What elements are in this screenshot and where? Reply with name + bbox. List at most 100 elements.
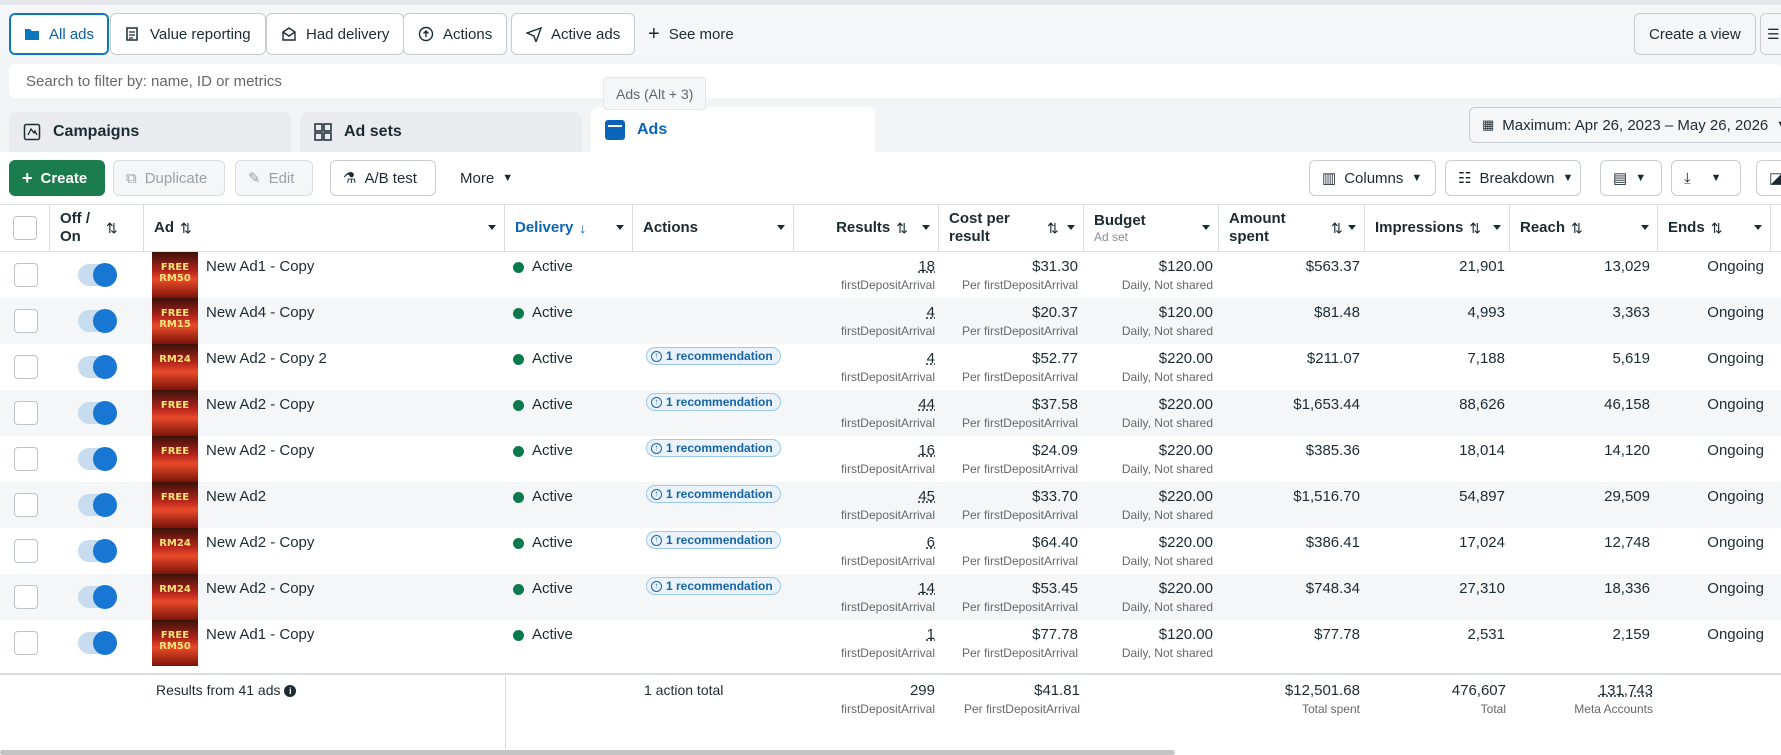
row-checkbox[interactable]	[14, 447, 38, 471]
create-button[interactable]: + Create	[9, 160, 105, 196]
chip-actions[interactable]: Actions	[403, 13, 508, 55]
recommendation-badge[interactable]: ↑ 1 recommendation	[646, 347, 781, 365]
results-value[interactable]: 6	[794, 534, 935, 551]
ad-toggle[interactable]	[78, 631, 117, 655]
duplicate-button[interactable]: ⧉ Duplicate	[113, 160, 225, 196]
table-row[interactable]: FREE RM50 New Ad1 - Copy Active 1 firstDepos…	[0, 620, 1781, 666]
edit-button[interactable]: ✎ Edit	[235, 160, 313, 196]
ab-test-button[interactable]: ⚗ A/B test	[330, 160, 436, 196]
ad-name[interactable]: New Ad1 - Copy	[206, 258, 314, 275]
ad-toggle[interactable]	[78, 309, 117, 333]
ad-name[interactable]: New Ad2 - Copy 2	[206, 350, 327, 367]
ad-thumbnail[interactable]: FREE RM50	[152, 252, 198, 298]
ad-thumbnail[interactable]: FREE	[152, 390, 198, 436]
ad-name[interactable]: New Ad4 - Copy	[206, 304, 314, 321]
table-row[interactable]: FREE RM15 New Ad4 - Copy Active 4 firstDepos…	[0, 298, 1781, 344]
ad-toggle[interactable]	[78, 447, 117, 471]
row-checkbox[interactable]	[14, 263, 38, 287]
col-delivery[interactable]: Delivery ↓	[505, 205, 633, 251]
results-value[interactable]: 18	[794, 258, 935, 275]
results-value[interactable]: 4	[794, 304, 935, 321]
table-row[interactable]: RM24 New Ad2 - Copy 2 Active ↑ 1 recommendat…	[0, 344, 1781, 390]
results-value[interactable]: 45	[794, 488, 935, 505]
row-checkbox[interactable]	[14, 309, 38, 333]
table-row[interactable]: RM24 New Ad2 - Copy Active ↑ 1 recommendatio…	[0, 574, 1781, 620]
ad-thumbnail[interactable]: FREE	[152, 482, 198, 528]
ad-name[interactable]: New Ad1 - Copy	[206, 626, 314, 643]
row-checkbox[interactable]	[14, 585, 38, 609]
date-range-picker[interactable]: ▦ Maximum: Apr 26, 2023 – May 26, 2026 ▼	[1469, 107, 1781, 143]
ad-toggle[interactable]	[78, 355, 117, 379]
chart-button[interactable]: ◪	[1756, 160, 1781, 196]
ad-thumbnail[interactable]: FREE	[152, 436, 198, 482]
col-actions[interactable]: Actions	[633, 205, 794, 251]
ad-name[interactable]: New Ad2 - Copy	[206, 534, 314, 551]
settings-button[interactable]: ☰	[1760, 13, 1781, 55]
more-button[interactable]: More ▼	[447, 160, 523, 196]
col-cost-per-result[interactable]: Cost per result ⇅	[939, 205, 1084, 251]
row-checkbox[interactable]	[14, 493, 38, 517]
results-value[interactable]: 14	[794, 580, 935, 597]
ad-thumbnail[interactable]: RM24	[152, 574, 198, 620]
row-checkbox[interactable]	[14, 401, 38, 425]
chip-had-delivery[interactable]: Had delivery	[266, 13, 405, 55]
tab-campaigns[interactable]: Campaigns	[9, 112, 291, 152]
ad-toggle[interactable]	[78, 401, 117, 425]
ad-name[interactable]: New Ad2 - Copy	[206, 396, 314, 413]
ad-toggle[interactable]	[78, 539, 117, 563]
tab-ads[interactable]: Ads	[591, 107, 875, 152]
columns-button[interactable]: ▥ Columns ▼	[1309, 160, 1436, 196]
ad-thumbnail[interactable]: RM24	[152, 528, 198, 574]
ad-thumbnail[interactable]: RM24	[152, 344, 198, 390]
recommendation-badge[interactable]: ↑ 1 recommendation	[646, 485, 781, 503]
col-ends[interactable]: Ends ⇅	[1658, 205, 1771, 251]
table-row[interactable]: RM24 New Ad2 - Copy Active ↑ 1 recommendatio…	[0, 528, 1781, 574]
ad-name[interactable]: New Ad2 - Copy	[206, 442, 314, 459]
row-checkbox[interactable]	[14, 355, 38, 379]
breakdown-button[interactable]: ☷ Breakdown ▼	[1445, 160, 1581, 196]
recommendation-badge[interactable]: ↑ 1 recommendation	[646, 577, 781, 595]
table-row[interactable]: FREE RM50 New Ad1 - Copy Active 18 firstDepo…	[0, 252, 1781, 298]
export-button[interactable]: ⤓ ▼	[1671, 160, 1741, 196]
ad-thumbnail[interactable]: FREE RM50	[152, 620, 198, 666]
ad-name[interactable]: New Ad2	[206, 488, 266, 505]
ad-name[interactable]: New Ad2 - Copy	[206, 580, 314, 597]
table-row[interactable]: FREE New Ad2 - Copy Active ↑ 1 recommendatio…	[0, 436, 1781, 482]
cpr-value: $24.09	[1032, 442, 1078, 459]
results-value[interactable]: 44	[794, 396, 935, 413]
row-checkbox[interactable]	[14, 631, 38, 655]
reports-button[interactable]: ▤ ▼	[1600, 160, 1662, 196]
chip-active-ads[interactable]: Active ads	[511, 13, 636, 55]
col-reach[interactable]: Reach ⇅	[1510, 205, 1658, 251]
chip-value-reporting[interactable]: Value reporting	[110, 13, 266, 55]
ad-thumbnail[interactable]: FREE RM15	[152, 298, 198, 344]
caret-down-icon: ▼	[1562, 172, 1574, 184]
row-checkbox[interactable]	[14, 539, 38, 563]
create-view-button[interactable]: Create a view	[1634, 13, 1756, 55]
table-row[interactable]: FREE New Ad2 Active ↑ 1 recommendation 45 firs…	[0, 482, 1781, 528]
results-value[interactable]: 16	[794, 442, 935, 459]
ad-toggle[interactable]	[78, 585, 117, 609]
col-impressions[interactable]: Impressions ⇅	[1365, 205, 1510, 251]
results-value[interactable]: 4	[794, 350, 935, 367]
recommendation-badge[interactable]: ↑ 1 recommendation	[646, 393, 781, 411]
ad-toggle[interactable]	[78, 263, 117, 287]
results-value[interactable]: 1	[794, 626, 935, 643]
col-amount-spent[interactable]: Amount spent ⇅	[1219, 205, 1365, 251]
col-budget[interactable]: Budget Ad set	[1084, 205, 1219, 251]
tab-adsets[interactable]: Ad sets	[300, 112, 582, 152]
ad-toggle[interactable]	[78, 493, 117, 517]
horizontal-scrollbar[interactable]	[0, 750, 1175, 755]
see-more-button[interactable]: + See more	[640, 13, 742, 55]
chip-all-ads[interactable]: All ads	[9, 13, 110, 55]
thumbnail-text: FREE RM50	[159, 630, 191, 652]
col-results[interactable]: Results ⇅	[794, 205, 939, 251]
col-ad[interactable]: Ad ⇅	[144, 205, 505, 251]
recommendation-badge[interactable]: ↑ 1 recommendation	[646, 439, 781, 457]
select-all-checkbox[interactable]	[13, 216, 37, 240]
info-icon[interactable]: i	[284, 685, 297, 698]
table-row[interactable]: FREE New Ad2 - Copy Active ↑ 1 recommendatio…	[0, 390, 1781, 436]
col-offon[interactable]: Off / On ⇅	[50, 205, 144, 251]
search-input[interactable]: Search to filter by: name, ID or metrics	[9, 64, 1781, 98]
recommendation-badge[interactable]: ↑ 1 recommendation	[646, 531, 781, 549]
